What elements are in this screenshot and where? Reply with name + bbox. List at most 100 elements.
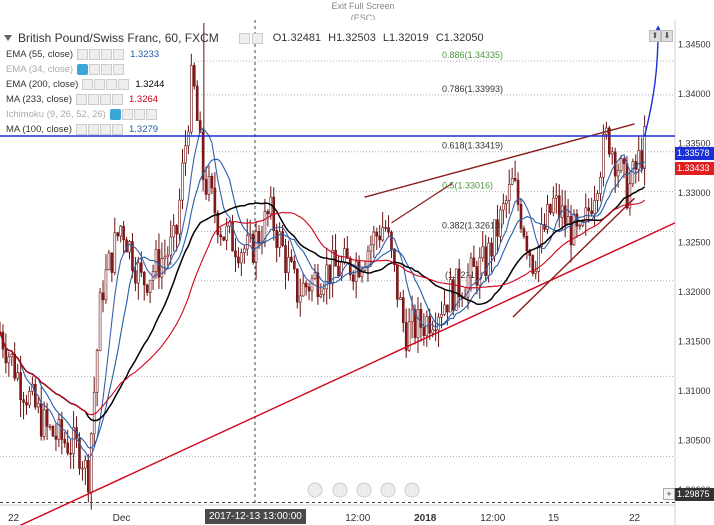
candle-body xyxy=(25,402,28,406)
candle-body xyxy=(546,204,549,230)
close-icon[interactable] xyxy=(113,63,125,75)
settings-icon[interactable] xyxy=(238,32,250,44)
settings-icon[interactable] xyxy=(88,123,99,135)
collapse-arrow-icon[interactable] xyxy=(4,35,12,41)
candle-body xyxy=(337,265,340,276)
ohlc-values: O1.32481 H1.32503 L1.32019 C1.32050 xyxy=(273,32,488,44)
close-icon[interactable] xyxy=(112,93,123,105)
candle-body xyxy=(290,256,293,262)
candle-body xyxy=(7,356,11,364)
replay-control-button xyxy=(356,482,372,498)
candle-body xyxy=(563,205,567,225)
candle-body xyxy=(104,269,108,301)
indicator-ema55[interactable]: EMA (55, close) 1.3233 xyxy=(6,47,159,61)
price-tick-label: 1.31500 xyxy=(678,337,711,347)
hide-icon[interactable] xyxy=(106,78,118,90)
candle-body xyxy=(13,354,17,379)
hide-icon[interactable] xyxy=(101,63,113,75)
candle-body xyxy=(419,309,423,328)
candle-body xyxy=(378,235,382,241)
candle-body xyxy=(590,210,593,215)
candle-body xyxy=(490,242,493,257)
indicator-controls xyxy=(76,93,123,105)
panel-toggle-icon[interactable]: ⬇ xyxy=(661,30,673,42)
candle-body xyxy=(101,292,105,301)
candle-body xyxy=(89,433,93,493)
settings-icon[interactable] xyxy=(89,48,101,60)
candle-body xyxy=(596,193,599,201)
candle-body xyxy=(148,279,152,293)
hide-icon[interactable] xyxy=(133,108,145,120)
candle-body xyxy=(237,256,240,264)
eye-icon[interactable] xyxy=(82,78,94,90)
fib-level-label: 0.618(1.33419) xyxy=(442,141,503,151)
candle-body xyxy=(72,427,75,454)
candle-body xyxy=(298,295,302,303)
settings-icon[interactable] xyxy=(94,78,106,90)
eye-icon[interactable] xyxy=(77,63,89,75)
settings-icon[interactable] xyxy=(88,93,99,105)
settings-icon[interactable] xyxy=(121,108,133,120)
candle-body xyxy=(119,225,122,237)
candle-body xyxy=(57,419,61,440)
candle-body xyxy=(496,219,499,237)
indicator-ema200[interactable]: EMA (200, close) 1.3244 xyxy=(6,77,164,91)
price-tick-label: 1.33000 xyxy=(678,188,711,198)
eye-icon[interactable] xyxy=(77,48,89,60)
candle-body xyxy=(166,254,170,258)
candle-body xyxy=(502,203,505,211)
candle-body xyxy=(19,372,22,401)
fib-level-label: 0.786(1.33993) xyxy=(442,84,503,94)
close-icon[interactable] xyxy=(118,78,130,90)
eye-icon[interactable] xyxy=(76,123,87,135)
price-tick-label: 1.32000 xyxy=(678,287,711,297)
indicator-ma233[interactable]: MA (233, close) 1.3264 xyxy=(6,92,158,106)
close-icon[interactable] xyxy=(251,32,263,44)
candle-body xyxy=(184,145,187,164)
close-icon[interactable] xyxy=(113,48,125,60)
candle-body xyxy=(566,216,570,225)
candle-body xyxy=(457,268,461,298)
candle-body xyxy=(390,231,393,251)
add-alert-button[interactable]: + xyxy=(663,488,675,500)
indicator-name: EMA (55, close) xyxy=(6,48,74,60)
candle-body xyxy=(301,282,305,297)
candle-body xyxy=(243,248,246,253)
close-icon[interactable] xyxy=(145,108,157,120)
symbol-title[interactable]: British Pound/Swiss Franc, 60, FXCM xyxy=(18,31,219,45)
pin-icon[interactable]: ⬆ xyxy=(649,30,661,42)
hide-icon[interactable] xyxy=(100,123,111,135)
candle-body xyxy=(28,391,31,406)
candle-body xyxy=(619,158,623,171)
candle-body xyxy=(384,227,387,229)
price-tick-label: 1.34000 xyxy=(678,89,711,99)
eye-icon[interactable] xyxy=(109,108,121,120)
candle-body xyxy=(210,176,214,189)
candle-body xyxy=(254,231,258,263)
hide-icon[interactable] xyxy=(100,93,111,105)
candle-body xyxy=(295,268,299,303)
candle-body xyxy=(478,257,482,286)
ohlc-close: C1.32050 xyxy=(435,32,484,44)
indicator-ichimoku[interactable]: Ichimoku (9, 26, 52, 26) xyxy=(6,107,163,121)
candle-body xyxy=(422,327,426,336)
price-label-last: 1.33433 xyxy=(675,162,714,175)
candle-body xyxy=(313,272,317,279)
indicator-controls xyxy=(76,123,123,135)
candle-body xyxy=(499,209,502,237)
hide-icon[interactable] xyxy=(101,48,113,60)
candle-body xyxy=(245,235,249,250)
price-label-blue-line: 1.33578 xyxy=(675,147,714,160)
candle-body xyxy=(160,258,164,278)
indicator-ma100[interactable]: MA (100, close) 1.3279 xyxy=(6,122,158,136)
indicator-name: EMA (200, close) xyxy=(6,78,79,90)
candle-body xyxy=(122,225,125,241)
candle-body xyxy=(608,127,611,155)
candle-body xyxy=(287,256,290,274)
candle-body xyxy=(540,224,543,247)
candle-body xyxy=(175,225,178,235)
close-icon[interactable] xyxy=(112,123,123,135)
indicator-ema34[interactable]: EMA (34, close) xyxy=(6,62,130,76)
eye-icon[interactable] xyxy=(76,93,87,105)
settings-icon[interactable] xyxy=(89,63,101,75)
